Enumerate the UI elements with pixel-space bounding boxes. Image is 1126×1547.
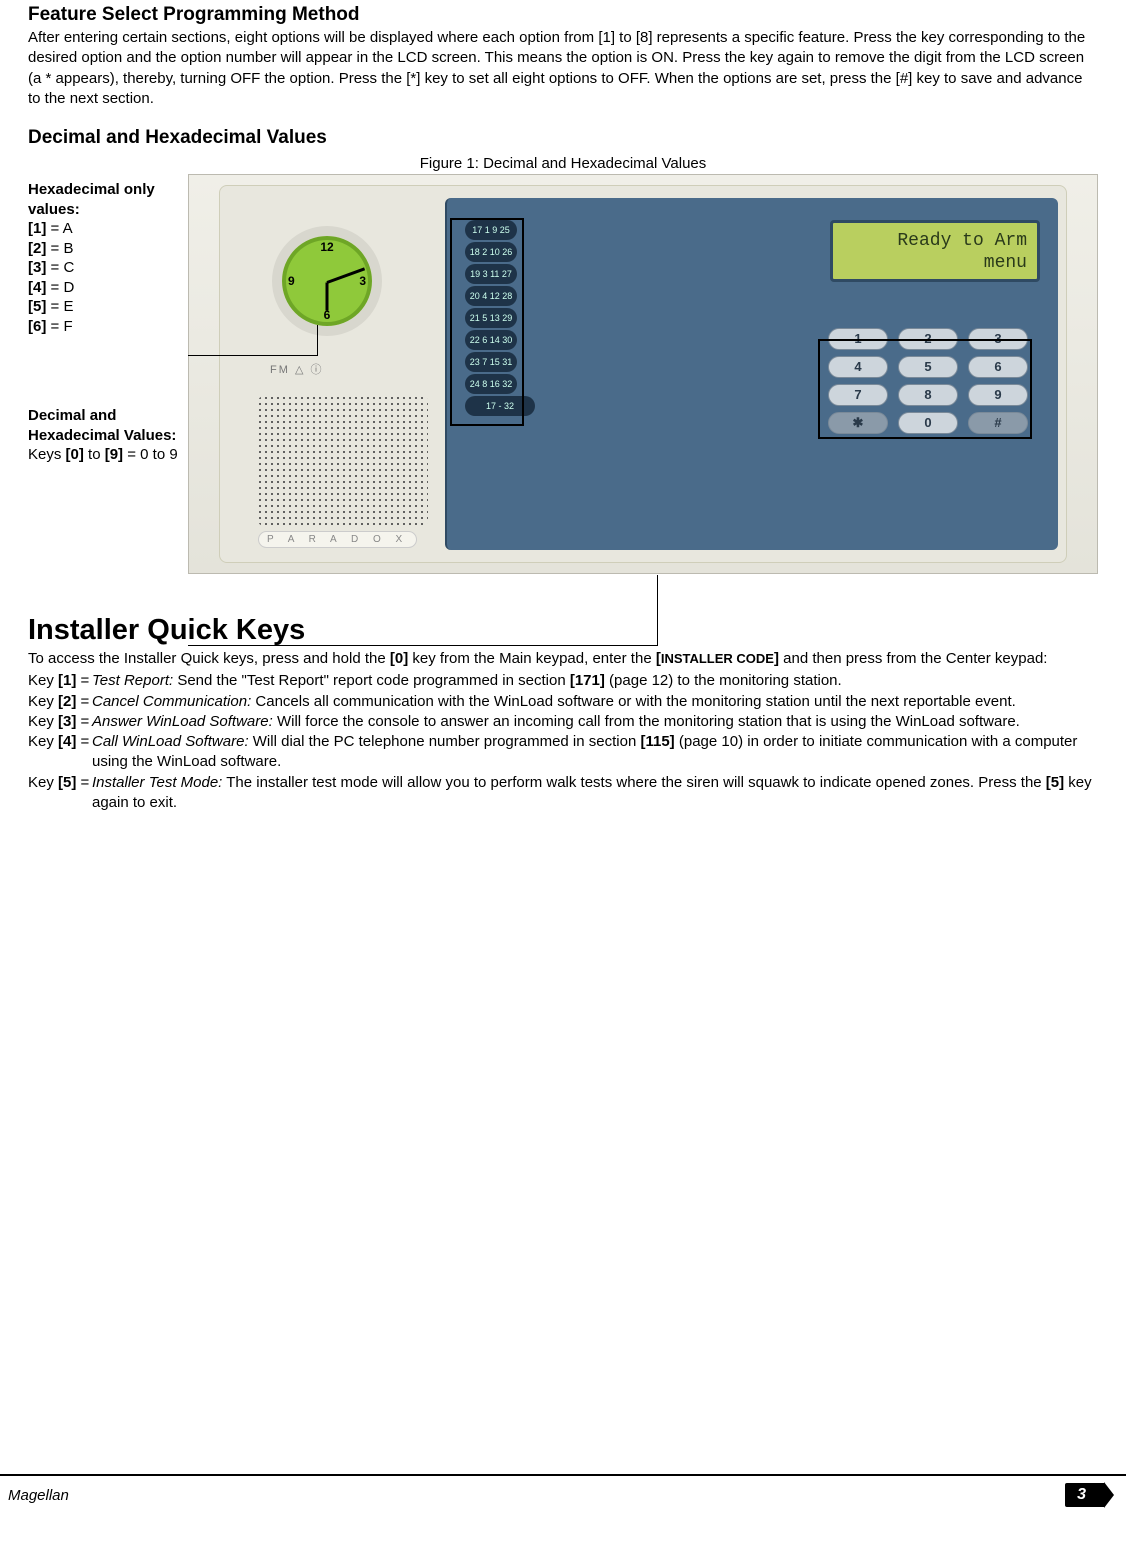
hex-line: [1] = A xyxy=(28,220,73,237)
installer-key-label: Key [4] = xyxy=(28,732,92,773)
hex-line: [5] = E xyxy=(28,298,73,315)
key-hash: # xyxy=(968,412,1028,434)
device-right-panel: Ready to Arm menu 17 1 9 25 18 2 10 26 1… xyxy=(445,198,1058,550)
feature-select-body: After entering certain sections, eight o… xyxy=(28,28,1098,109)
device-illustration: 12 3 6 9 FM △ ⓘ Ready to Arm menu 17 1 xyxy=(188,174,1098,574)
key-8: 8 xyxy=(898,384,958,406)
installer-key-row: Key [1] =Test Report: Send the "Test Rep… xyxy=(28,671,1098,691)
section-title-feature-select: Feature Select Programming Method xyxy=(28,4,1098,26)
callout-line xyxy=(188,355,318,356)
zone-button: 23 7 15 31 xyxy=(465,352,517,372)
zone-button: 21 5 13 29 xyxy=(465,308,517,328)
speaker-grille xyxy=(258,396,428,526)
intro-text: and then press from the Center keypad: xyxy=(779,650,1047,667)
installer-key-row: Key [5] =Installer Test Mode: The instal… xyxy=(28,773,1098,814)
fm-row: FM △ ⓘ xyxy=(270,361,323,377)
intro-text: To access the Installer Quick keys, pres… xyxy=(28,650,390,667)
clock-9: 9 xyxy=(288,274,295,288)
zone-button: 20 4 12 28 xyxy=(465,286,517,306)
installer-key-label: Key [1] = xyxy=(28,671,92,691)
key-2: 2 xyxy=(898,328,958,350)
zone-button: 17 - 32 xyxy=(465,396,535,416)
footer-page-number: 3 xyxy=(1065,1483,1104,1507)
installer-key-label: Key [2] = xyxy=(28,692,92,712)
key-4: 4 xyxy=(828,356,888,378)
lcd-screen: Ready to Arm menu xyxy=(830,220,1040,282)
key-star: ✱ xyxy=(828,412,888,434)
dec-values-body: Keys [0] to [9] = 0 to 9 xyxy=(28,446,178,463)
figure-left-labels: Hexadecimal only values: [1] = A [2] = B… xyxy=(28,174,188,465)
installer-key-desc: Test Report: Send the "Test Report" repo… xyxy=(92,671,1098,691)
installer-key-desc: Call WinLoad Software: Will dial the PC … xyxy=(92,732,1098,773)
lcd-line2: menu xyxy=(843,253,1027,275)
paradox-logo: P A R A D O X xyxy=(258,531,417,548)
installer-key-desc: Installer Test Mode: The installer test … xyxy=(92,773,1098,814)
footer-product: Magellan xyxy=(8,1487,69,1504)
key-1: 1 xyxy=(828,328,888,350)
key-0: 0 xyxy=(898,412,958,434)
installer-key-row: Key [2] =Cancel Communication: Cancels a… xyxy=(28,692,1098,712)
key-5: 5 xyxy=(898,356,958,378)
zone-button: 17 1 9 25 xyxy=(465,220,517,240)
key-3: 3 xyxy=(968,328,1028,350)
installer-key-row: Key [4] =Call WinLoad Software: Will dia… xyxy=(28,732,1098,773)
installer-key-label: Key [3] = xyxy=(28,712,92,732)
intro-key0: [0] xyxy=(390,650,408,667)
zone-button: 19 3 11 27 xyxy=(465,264,517,284)
zone-button: 18 2 10 26 xyxy=(465,242,517,262)
zone-button-column: 17 1 9 25 18 2 10 26 19 3 11 27 20 4 12 … xyxy=(465,220,535,416)
zone-button: 24 8 16 32 xyxy=(465,374,517,394)
installer-key-row: Key [3] =Answer WinLoad Software: Will f… xyxy=(28,712,1098,732)
installer-key-list: Key [1] =Test Report: Send the "Test Rep… xyxy=(28,671,1098,813)
hex-line: [6] = F xyxy=(28,318,73,335)
clock-icon: 12 3 6 9 xyxy=(272,226,382,336)
key-6: 6 xyxy=(968,356,1028,378)
hex-line: [3] = C xyxy=(28,259,74,276)
installer-key-label: Key [5] = xyxy=(28,773,92,814)
hex-line: [4] = D xyxy=(28,279,74,296)
callout-line xyxy=(657,575,658,646)
callout-line xyxy=(317,325,318,355)
numeric-keypad: 1 2 3 4 5 6 7 8 9 ✱ 0 # xyxy=(828,328,1028,434)
installer-intro: To access the Installer Quick keys, pres… xyxy=(28,649,1098,669)
hex-line: [2] = B xyxy=(28,240,73,257)
zone-button: 22 6 14 30 xyxy=(465,330,517,350)
hex-values-title: Hexadecimal only values: xyxy=(28,181,155,218)
clock-6: 6 xyxy=(324,308,331,322)
clock-3: 3 xyxy=(359,274,366,288)
page-footer: Magellan 3 xyxy=(0,1474,1126,1514)
clock-12: 12 xyxy=(320,240,333,254)
installer-code-label: [INSTALLER CODE] xyxy=(656,650,779,667)
lcd-line1: Ready to Arm xyxy=(843,231,1027,253)
figure-caption: Figure 1: Decimal and Hexadecimal Values xyxy=(28,155,1098,172)
installer-key-desc: Cancel Communication: Cancels all commun… xyxy=(92,692,1098,712)
installer-key-desc: Answer WinLoad Software: Will force the … xyxy=(92,712,1098,732)
intro-text: key from the Main keypad, enter the xyxy=(408,650,656,667)
dec-values-title: Decimal and Hexadecimal Values: xyxy=(28,407,176,444)
section-title-installer-quick-keys: Installer Quick Keys xyxy=(28,614,1098,647)
key-9: 9 xyxy=(968,384,1028,406)
callout-line xyxy=(188,645,658,646)
section-title-hex-values: Decimal and Hexadecimal Values xyxy=(28,127,1098,149)
key-7: 7 xyxy=(828,384,888,406)
